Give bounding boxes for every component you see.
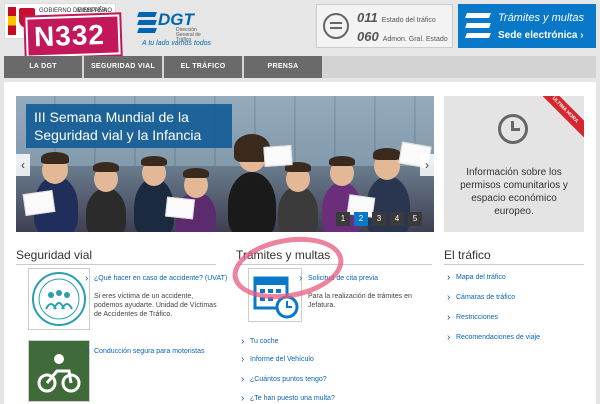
slider-page-active[interactable]: 2 bbox=[354, 212, 368, 226]
child-hair bbox=[93, 162, 119, 172]
sign-card bbox=[165, 196, 195, 220]
clock-icon bbox=[498, 114, 528, 144]
section-title-trafico: El tráfico bbox=[444, 248, 491, 262]
stamp-text: N332 bbox=[33, 18, 106, 53]
child-figure bbox=[86, 188, 126, 232]
tagline: A tu lado vamos todos bbox=[142, 40, 212, 47]
child-hair bbox=[373, 148, 401, 160]
child-hair bbox=[141, 156, 167, 166]
nav-item-el-trafico[interactable]: EL TRÁFICO bbox=[164, 56, 242, 78]
uvat-badge[interactable] bbox=[28, 268, 90, 330]
sign-card bbox=[22, 190, 56, 216]
speech-bubble-icon bbox=[323, 13, 349, 39]
motorist-tile[interactable] bbox=[28, 340, 90, 402]
link-multa[interactable]: ¿Te han puesto una multa? bbox=[241, 393, 335, 404]
watermark-stamp: N332 bbox=[25, 14, 121, 58]
phone-number: 011 bbox=[357, 10, 378, 25]
slider-pagination: 1 2 3 4 5 bbox=[336, 212, 422, 226]
link-recomendaciones-viaje[interactable]: Recomendaciones de viaje bbox=[447, 332, 540, 343]
motorcycle-icon bbox=[37, 354, 81, 393]
section-rule bbox=[16, 264, 216, 265]
link-que-hacer-accidente[interactable]: ¿Qué hacer en caso de accidente? (UVAT) bbox=[85, 273, 227, 284]
child-hair bbox=[183, 168, 209, 178]
phone-label: Admon. Gral. Estado bbox=[382, 36, 448, 43]
link-conduccion-segura[interactable]: Conducción segura para motoristas bbox=[85, 346, 204, 357]
slider-page[interactable]: 5 bbox=[408, 212, 422, 226]
link-tu-coche[interactable]: Tu coche bbox=[241, 336, 278, 347]
header: GOBIERNO DE ESPAÑA MINISTERIO DEL INTERI… bbox=[0, 0, 600, 58]
tramites-banner[interactable]: Trámites y multas Sede electrónica › bbox=[458, 4, 596, 48]
phone-box: 011 Estado del tráfico 060 Admon. Gral. Es… bbox=[316, 4, 453, 48]
tramites-title: Trámites y multas bbox=[498, 12, 584, 24]
child-hair bbox=[41, 152, 69, 164]
nav-item-la-dgt[interactable]: LA DGT bbox=[4, 56, 82, 78]
child-hair bbox=[329, 156, 355, 166]
main-nav: LA DGT SEGURIDAD VIAL EL TRÁFICO PRENSA bbox=[4, 56, 596, 78]
victims-unit-icon bbox=[32, 272, 86, 326]
woman-figure bbox=[228, 172, 276, 232]
slider-page[interactable]: 4 bbox=[390, 212, 404, 226]
last-hour-box[interactable]: ÚLTIMA HORA Información sobre los permis… bbox=[444, 96, 584, 232]
slide-caption[interactable]: III Semana Mundial de la Seguridad vial … bbox=[26, 104, 232, 148]
last-hour-ribbon: ÚLTIMA HORA bbox=[540, 96, 584, 140]
nav-item-seguridad-vial[interactable]: SEGURIDAD VIAL bbox=[84, 56, 162, 78]
phone-row[interactable]: 060 Admon. Gral. Estado bbox=[357, 29, 448, 44]
link-camaras-trafico[interactable]: Cámaras de tráfico bbox=[447, 292, 515, 303]
section-title-seguridad: Seguridad vial bbox=[16, 248, 93, 262]
sign-card bbox=[263, 145, 293, 167]
info-text: Información sobre los permisos comunitar… bbox=[460, 167, 568, 217]
slider-page[interactable]: 1 bbox=[336, 212, 350, 226]
nav-item-prensa[interactable]: PRENSA bbox=[244, 56, 322, 78]
link-cuantos-puntos[interactable]: ¿Cuántos puntos tengo? bbox=[241, 374, 327, 385]
prev-arrow-icon[interactable]: ‹ bbox=[16, 154, 30, 176]
child-figure bbox=[278, 186, 318, 232]
uvat-description: Si eres víctima de un accidente, podemos… bbox=[94, 293, 217, 318]
link-informe-vehiculo[interactable]: Informe del Vehículo bbox=[241, 354, 314, 365]
spain-flag-icon bbox=[8, 7, 16, 35]
slider-page[interactable]: 3 bbox=[372, 212, 386, 226]
next-arrow-icon[interactable]: › bbox=[420, 154, 434, 176]
section-rule bbox=[444, 264, 584, 265]
phone-row[interactable]: 011 Estado del tráfico bbox=[357, 10, 436, 25]
phone-label: Estado del tráfico bbox=[381, 17, 436, 24]
dgt-mark-icon bbox=[137, 12, 157, 34]
phone-number: 060 bbox=[357, 29, 379, 44]
sede-electronica-link: Sede electrónica › bbox=[498, 30, 584, 41]
link-restricciones[interactable]: Restricciones bbox=[447, 312, 498, 323]
cita-previa-description: Para la realización de trámites en Jefat… bbox=[308, 293, 412, 309]
ribbon-clip: ÚLTIMA HORA bbox=[540, 96, 584, 140]
dgt-logo[interactable]: DGT Dirección General de Tráfico bbox=[137, 10, 204, 43]
dgt-mark-icon bbox=[465, 13, 491, 39]
link-mapa-trafico[interactable]: Mapa del tráfico bbox=[447, 272, 506, 283]
news-slider[interactable]: III Semana Mundial de la Seguridad vial … bbox=[16, 96, 434, 232]
